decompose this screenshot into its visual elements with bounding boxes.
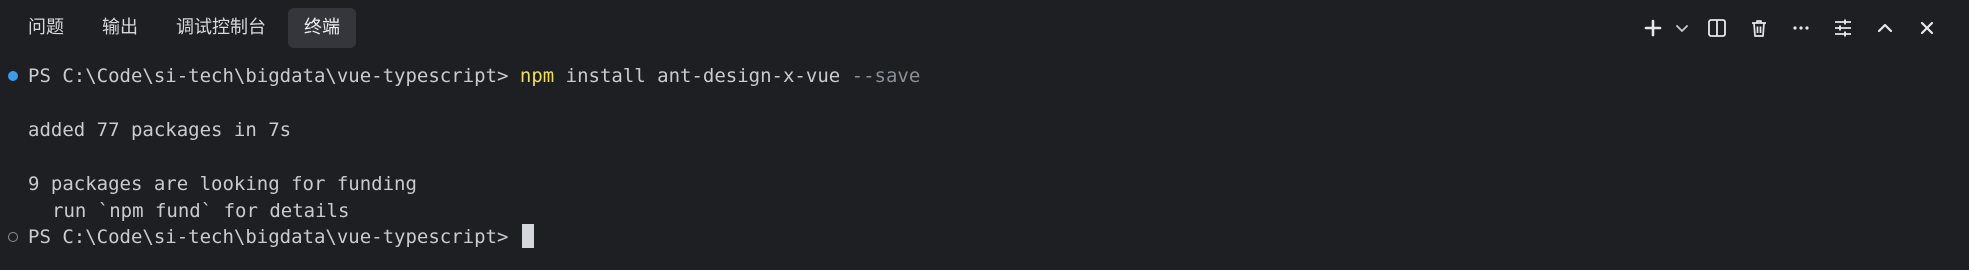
terminal-settings-button[interactable]: [1825, 10, 1861, 46]
chevron-up-icon: [1877, 23, 1893, 33]
settings-sliders-icon: [1835, 19, 1851, 37]
terminal-prompt: PS C:\Code\si-tech\bigdata\vue-typescrip…: [28, 226, 520, 248]
kill-terminal-button[interactable]: [1741, 10, 1777, 46]
terminal-input-line[interactable]: PS C:\Code\si-tech\bigdata\vue-typescrip…: [28, 223, 534, 251]
more-actions-button[interactable]: [1783, 10, 1819, 46]
command-success-marker[interactable]: [8, 71, 18, 81]
maximize-panel-button[interactable]: [1867, 10, 1903, 46]
terminal-output-line: run `npm fund` for details: [52, 200, 350, 222]
terminal-prompt: PS C:\Code\si-tech\bigdata\vue-typescrip…: [28, 65, 520, 87]
close-panel-button[interactable]: [1909, 10, 1945, 46]
more-icon: [1793, 26, 1809, 30]
command-flag: --save: [851, 65, 921, 87]
terminal-output-line: added 77 packages in 7s: [28, 119, 292, 141]
command-name: npm: [519, 65, 555, 87]
tab-output[interactable]: 输出: [86, 8, 154, 48]
command-pending-marker[interactable]: [8, 232, 18, 242]
close-icon: [1920, 21, 1934, 35]
terminal-cursor: [521, 223, 534, 248]
terminal-output-line: 9 packages are looking for funding: [28, 173, 417, 195]
panel-tabbar: 问题 输出 调试控制台 终端: [0, 0, 1969, 56]
tab-terminal[interactable]: 终端: [288, 8, 356, 48]
command-args: install ant-design-x-vue: [554, 65, 852, 87]
split-terminal-button[interactable]: [1699, 10, 1735, 46]
terminal-output[interactable]: PS C:\Code\si-tech\bigdata\vue-typescrip…: [0, 56, 1969, 270]
tab-problems[interactable]: 问题: [12, 8, 80, 48]
split-terminal-icon: [1708, 19, 1726, 37]
panel-tabs: 问题 输出 调试控制台 终端: [12, 8, 356, 48]
tab-debug-console[interactable]: 调试控制台: [160, 8, 282, 48]
panel-actions: [1629, 0, 1945, 56]
trash-icon: [1752, 20, 1766, 37]
new-terminal-button[interactable]: [1635, 10, 1671, 46]
chevron-down-icon: [1676, 25, 1688, 32]
terminal-command-line: PS C:\Code\si-tech\bigdata\vue-typescrip…: [28, 62, 920, 90]
plus-icon: [1644, 19, 1662, 37]
terminal-profile-dropdown[interactable]: [1671, 10, 1693, 46]
